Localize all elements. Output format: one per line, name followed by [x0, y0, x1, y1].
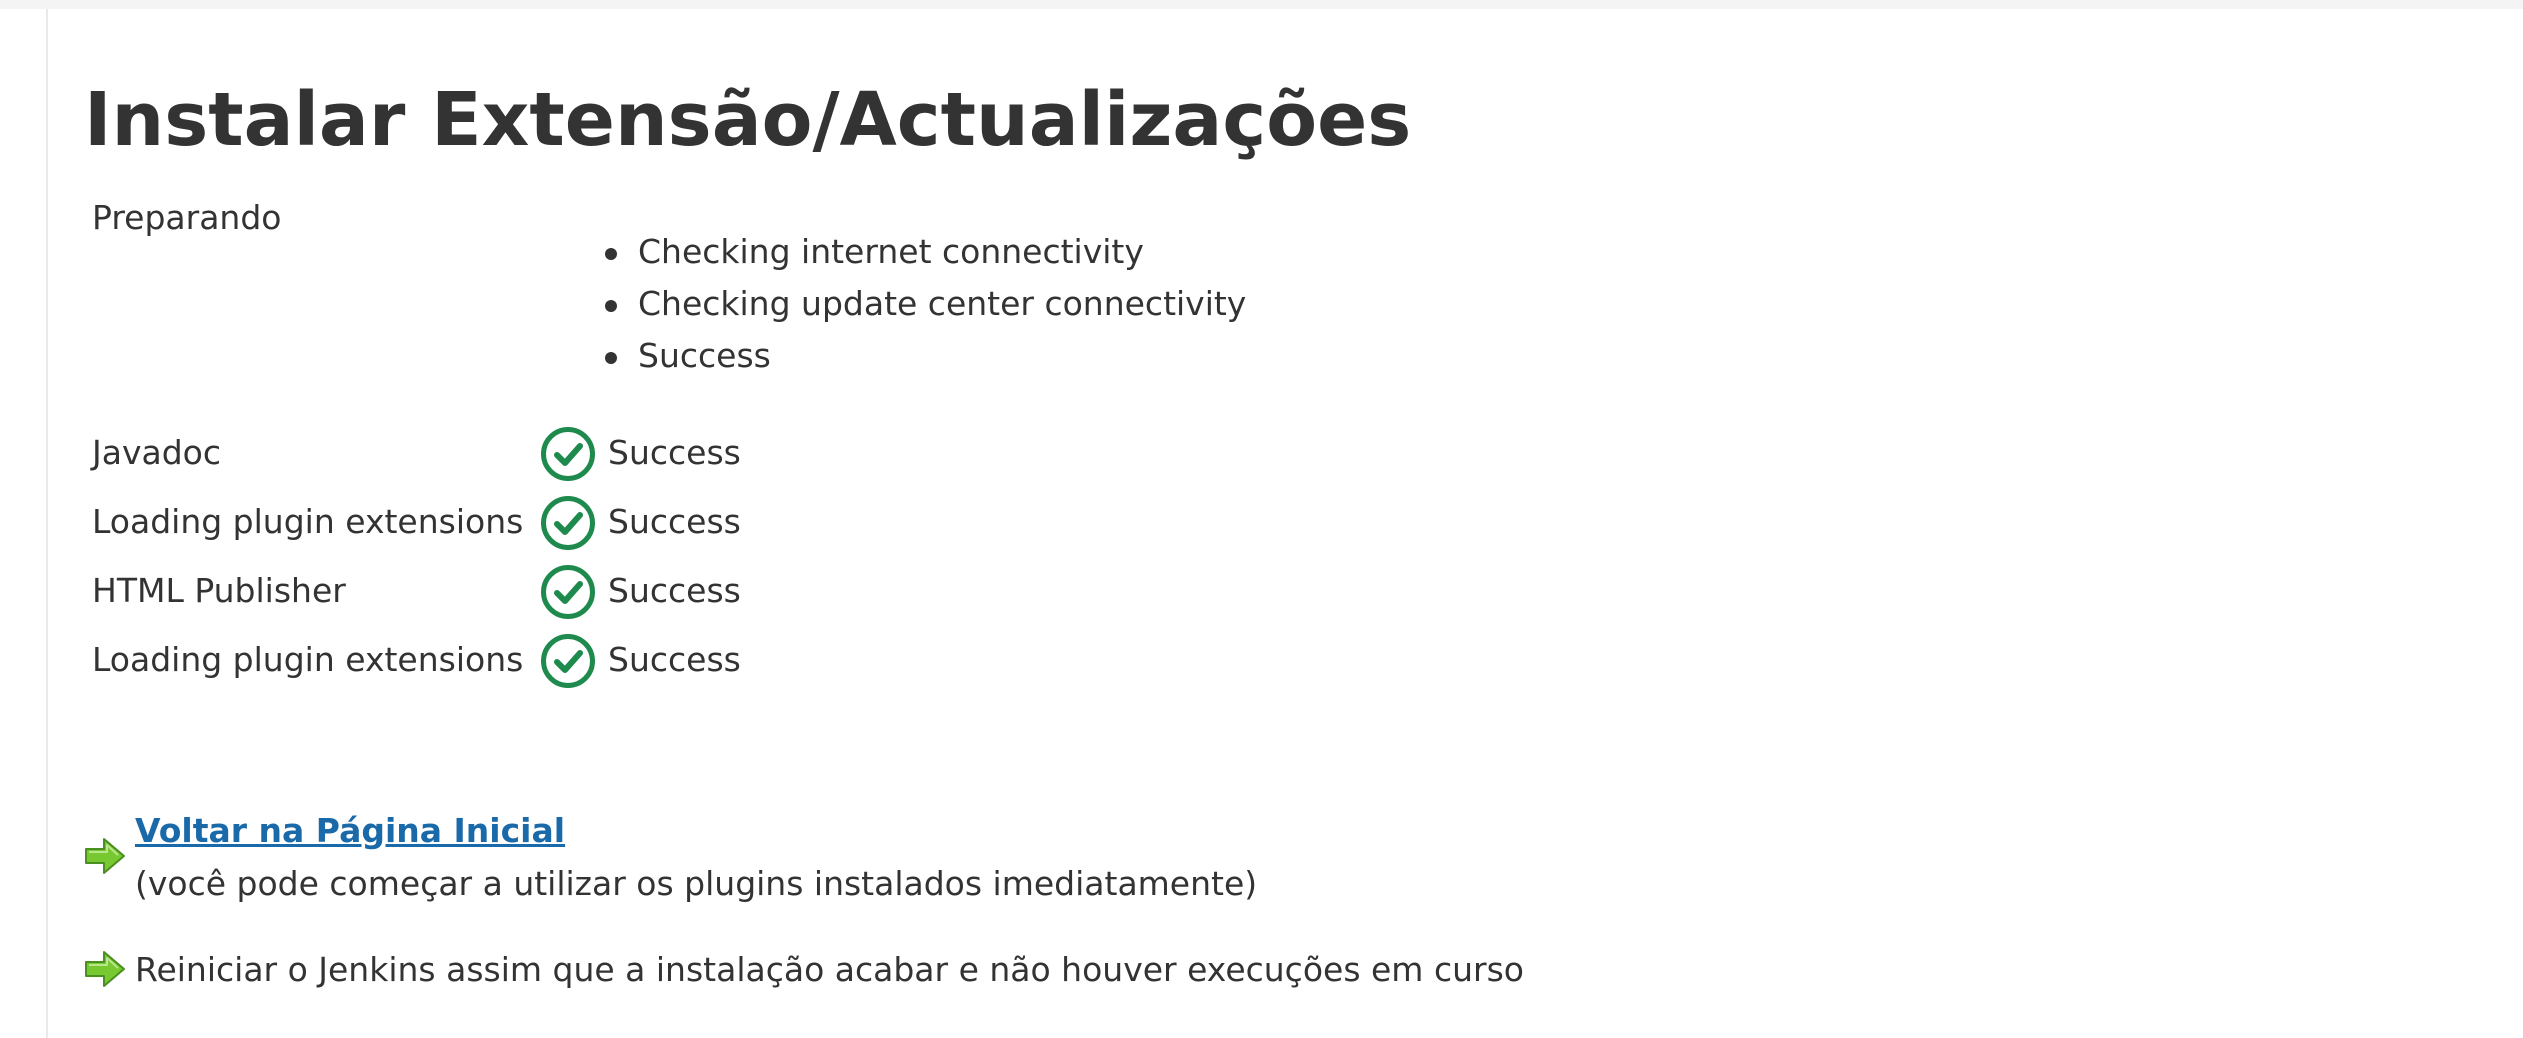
job-status: Success — [608, 571, 741, 610]
side-panel-divider — [46, 9, 48, 1038]
success-check-icon — [541, 427, 595, 481]
job-name: HTML Publisher — [92, 571, 346, 610]
preparing-step: Checking update center connectivity — [598, 284, 1246, 336]
job-name: Loading plugin extensions — [92, 502, 524, 541]
job-status: Success — [608, 433, 741, 472]
home-link-note: (você pode começar a utilizar os plugins… — [135, 864, 1258, 903]
arrow-right-icon — [85, 838, 125, 874]
success-check-icon — [541, 634, 595, 688]
job-name: Javadoc — [92, 433, 221, 472]
success-check-icon — [541, 565, 595, 619]
home-page-link[interactable]: Voltar na Página Inicial — [135, 810, 565, 852]
page-title: Instalar Extensão/Actualizações — [84, 77, 1412, 163]
job-status: Success — [608, 502, 741, 541]
top-strip — [0, 0, 2523, 9]
preparing-steps-list: Checking internet connectivity Checking … — [598, 232, 1246, 388]
job-name: Loading plugin extensions — [92, 640, 524, 679]
restart-jenkins-option[interactable]: Reiniciar o Jenkins assim que a instalaç… — [135, 950, 1524, 990]
preparing-label: Preparando — [92, 198, 282, 237]
success-check-icon — [541, 496, 595, 550]
preparing-step: Checking internet connectivity — [598, 232, 1246, 284]
job-status: Success — [608, 640, 741, 679]
preparing-step: Success — [598, 336, 1246, 388]
arrow-right-icon — [85, 951, 125, 987]
